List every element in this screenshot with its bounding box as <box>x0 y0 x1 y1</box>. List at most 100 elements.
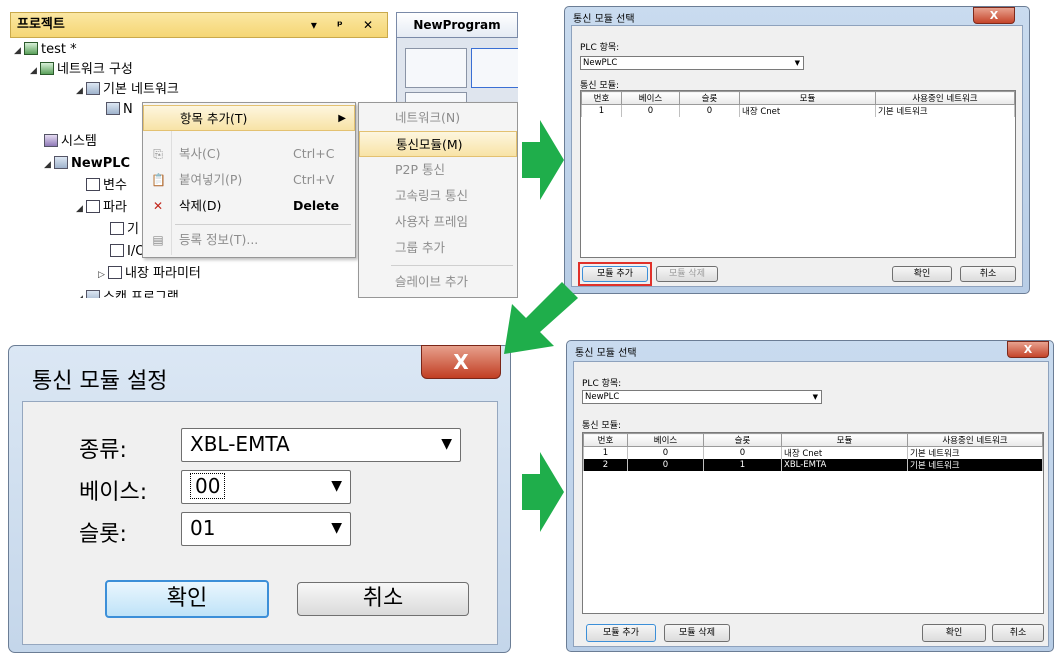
menu-item-label: 삭제(D) <box>179 198 222 213</box>
module-table: 번호 베이스 슬롯 모듈 사용중인 네트워크 1 0 0 내장 Cnet 기본 … <box>582 432 1044 614</box>
column-header[interactable]: 번호 <box>583 433 628 447</box>
tree-item-label: N <box>123 102 133 117</box>
cancel-button[interactable]: 취소 <box>960 266 1016 282</box>
close-icon[interactable]: X <box>973 7 1015 24</box>
submenu-item-label: 사용자 프레임 <box>395 214 468 229</box>
arrow-down-left-icon <box>504 282 578 354</box>
project-header-title: 프로젝트 <box>17 17 65 32</box>
submenu-item-add-group[interactable]: 그룹 추가 <box>359 235 517 261</box>
menu-shortcut: Delete <box>293 198 340 213</box>
slot-select[interactable]: 01 ▼ <box>181 512 351 546</box>
tree-item-basic-param[interactable]: 기 <box>110 220 139 240</box>
menu-item-add[interactable]: 항목 추가(T) ▶ <box>143 105 355 131</box>
table-cell: 내장 Cnet <box>781 446 908 459</box>
project-header: 프로젝트 ▾ ᵖ ✕ <box>10 12 388 38</box>
close-icon[interactable]: X <box>1007 341 1049 358</box>
module-select-dialog-before: 통신 모듈 선택 X PLC 항목: NewPLC ▼ 통신 모듈: 번호 베이… <box>564 6 1030 294</box>
type-label: 종류: <box>79 438 127 463</box>
delete-module-button[interactable]: 모듈 삭제 <box>656 266 718 282</box>
tree-item-label: NewPLC <box>71 156 131 171</box>
module-table: 번호 베이스 슬롯 모듈 사용중인 네트워크 1 0 0 내장 Cnet 기본 … <box>580 90 1016 258</box>
add-module-button[interactable]: 모듈 추가 <box>586 624 656 642</box>
copy-icon: ⎘ <box>153 147 163 161</box>
table-cell: 1 <box>581 104 622 117</box>
tree-item-label: 파라 <box>103 200 127 215</box>
table-row[interactable]: 1 0 0 내장 Cnet 기본 네트워크 <box>581 104 1015 117</box>
plc-select[interactable]: NewPLC ▼ <box>582 390 822 404</box>
table-row-selected[interactable]: 2 0 1 XBL-EMTA 기본 네트워크 <box>583 459 1043 471</box>
column-header[interactable]: 슬롯 <box>679 91 740 105</box>
tree-item-newplc-node[interactable]: N <box>106 100 133 120</box>
collapse-icon[interactable]: ◢ <box>76 81 86 101</box>
submenu-item-p2p[interactable]: P2P 통신 <box>359 157 517 183</box>
table-row[interactable]: 1 0 0 내장 Cnet 기본 네트워크 <box>583 446 1043 459</box>
column-header[interactable]: 번호 <box>581 91 622 105</box>
plc-select[interactable]: NewPLC ▼ <box>580 56 804 70</box>
add-module-button[interactable]: 모듈 추가 <box>582 266 648 282</box>
context-menu: 항목 추가(T) ▶ ⎘ 복사(C) Ctrl+C 📋 붙여넣기(P) Ctrl… <box>142 102 356 258</box>
chevron-down-icon: ▼ <box>331 520 342 536</box>
menu-item-label: 등록 정보(T)... <box>179 232 259 247</box>
menu-item-delete[interactable]: ✕ 삭제(D) Delete <box>143 193 355 219</box>
tree-item-network-config[interactable]: ◢ 네트워크 구성 <box>30 60 133 80</box>
module-label: 통신 모듈: <box>582 421 622 431</box>
column-header[interactable]: 베이스 <box>627 433 704 447</box>
menu-item-properties[interactable]: ▤ 등록 정보(T)... <box>143 227 355 253</box>
menu-item-copy[interactable]: ⎘ 복사(C) Ctrl+C <box>143 141 355 167</box>
tree-item-parameters[interactable]: ◢ 파라 <box>76 198 127 218</box>
base-select[interactable]: 00 ▼ <box>181 470 351 504</box>
tree-item-variables[interactable]: 변수 <box>86 176 127 196</box>
submenu-item-label: 슬레이브 추가 <box>395 274 468 289</box>
tree-item-default-network[interactable]: ◢ 기본 네트워크 <box>76 80 179 100</box>
submenu-item-highspeed-link[interactable]: 고속링크 통신 <box>359 183 517 209</box>
ok-button[interactable]: 확인 <box>105 580 269 618</box>
chevron-down-icon: ▼ <box>794 59 800 67</box>
parameter-icon <box>110 222 124 235</box>
submenu-item-user-frame[interactable]: 사용자 프레임 <box>359 209 517 235</box>
base-label: 베이스: <box>79 480 148 505</box>
tree-item-builtin-param[interactable]: ▷ 내장 파라미터 <box>98 264 201 284</box>
collapse-icon[interactable]: ◢ <box>44 155 54 175</box>
tree-item-label: test * <box>41 42 77 57</box>
column-header[interactable]: 슬롯 <box>703 433 782 447</box>
menu-shortcut: Ctrl+V <box>293 172 335 187</box>
table-cell: 1 <box>703 459 782 471</box>
menu-separator <box>391 265 513 266</box>
tree-item-label: 내장 파라미터 <box>125 266 201 281</box>
delete-module-button[interactable]: 모듈 삭제 <box>664 624 730 642</box>
ladder-cell <box>405 48 467 88</box>
cancel-button[interactable]: 취소 <box>297 582 469 616</box>
submenu-item-comm-module[interactable]: 통신모듈(M) <box>359 131 517 157</box>
submenu-item-add-slave[interactable]: 슬레이브 추가 <box>359 269 517 295</box>
cancel-button[interactable]: 취소 <box>992 624 1044 642</box>
column-header[interactable]: 모듈 <box>739 91 876 105</box>
ok-button[interactable]: 확인 <box>922 624 986 642</box>
type-select[interactable]: XBL-EMTA ▼ <box>181 428 461 462</box>
submenu-item-network[interactable]: 네트워크(N) <box>359 105 517 131</box>
submenu-item-label: P2P 통신 <box>395 162 446 177</box>
tree-item-scan-program[interactable]: ◢ 스캔 프로그램 <box>76 288 179 298</box>
ok-button[interactable]: 확인 <box>892 266 952 282</box>
arrow-right-icon <box>522 120 564 200</box>
plc-node-icon <box>106 102 120 115</box>
collapse-icon[interactable]: ◢ <box>76 199 86 219</box>
column-header[interactable]: 베이스 <box>621 91 680 105</box>
tree-item-newplc[interactable]: ◢ NewPLC <box>44 154 130 174</box>
dialog-body: 종류: XBL-EMTA ▼ 베이스: 00 ▼ 슬롯: 01 ▼ 확인 취소 <box>22 401 498 645</box>
project-header-controls[interactable]: ▾ ᵖ ✕ <box>311 13 381 37</box>
tree-item-test[interactable]: ◢ test * <box>14 40 77 60</box>
table-cell: 0 <box>679 104 740 117</box>
collapse-icon[interactable]: ◢ <box>30 61 40 81</box>
column-header[interactable]: 사용중인 네트워크 <box>875 91 1015 105</box>
expand-icon[interactable]: ▷ <box>98 265 108 285</box>
collapse-icon[interactable]: ◢ <box>76 289 86 298</box>
column-header[interactable]: 모듈 <box>781 433 908 447</box>
tree-item-label: 기 <box>127 222 139 237</box>
menu-item-paste[interactable]: 📋 붙여넣기(P) Ctrl+V <box>143 167 355 193</box>
close-icon[interactable]: X <box>421 345 501 379</box>
tree-item-label: 변수 <box>103 178 127 193</box>
collapse-icon[interactable]: ◢ <box>14 41 24 61</box>
tree-item-system[interactable]: 시스템 <box>44 132 97 152</box>
column-header[interactable]: 사용중인 네트워크 <box>907 433 1043 447</box>
tab-newprogram[interactable]: NewProgram <box>396 12 518 38</box>
